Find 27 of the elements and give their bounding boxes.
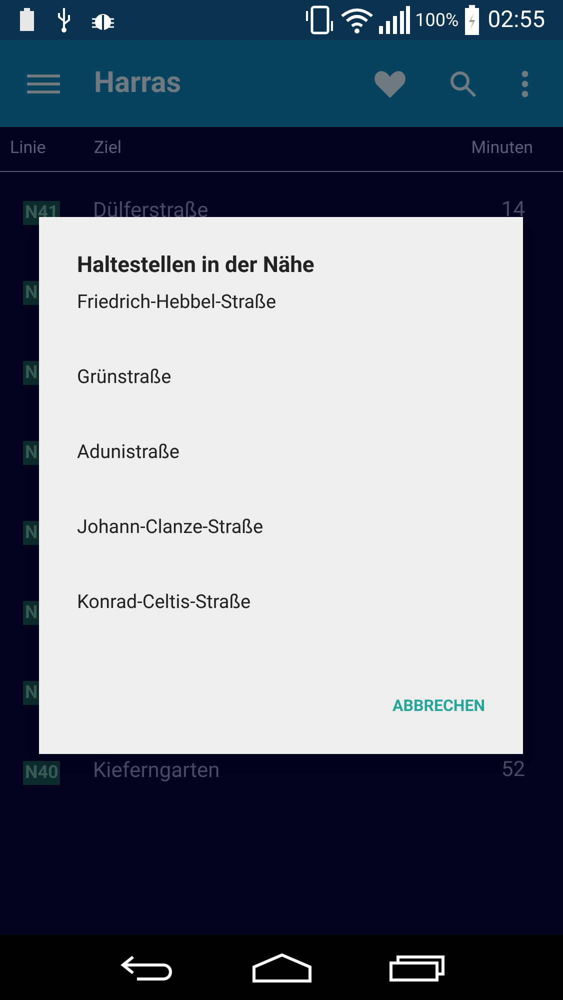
dialog-title: Haltestellen in der Nähe [77, 252, 316, 280]
signal-icon [378, 6, 410, 34]
column-header: Ziel [94, 137, 122, 160]
clock: 02:55 [488, 4, 545, 35]
charging-battery-icon [464, 5, 480, 35]
column-header: Linie [10, 137, 47, 160]
stop-item[interactable]: Adunistraße [39, 438, 523, 513]
heart-icon[interactable] [374, 70, 406, 98]
stop-item[interactable]: Grünstraße [39, 363, 523, 438]
battery-percent: 100% [415, 8, 459, 32]
stop-item[interactable]: Friedrich-Hebbel-Straße [39, 288, 523, 363]
minutes: 14 [501, 197, 525, 224]
battery-icon [18, 8, 36, 32]
home-icon[interactable] [252, 952, 312, 982]
destination: Dülferstraße [93, 198, 208, 225]
recent-apps-icon[interactable] [388, 954, 444, 982]
column-header: Minuten [471, 137, 533, 160]
more-options-icon[interactable] [521, 70, 529, 98]
usb-icon [56, 7, 72, 33]
search-icon[interactable] [449, 70, 477, 98]
wifi-icon [340, 6, 374, 34]
menu-icon[interactable] [27, 74, 60, 94]
stop-item[interactable]: Konrad-Celtis-Straße [39, 588, 523, 663]
minutes: 52 [501, 757, 525, 784]
destination: Kieferngarten [93, 758, 220, 785]
app-title: Harras [94, 64, 182, 102]
stop-item[interactable]: Johann-Clanze-Straße [39, 513, 523, 588]
